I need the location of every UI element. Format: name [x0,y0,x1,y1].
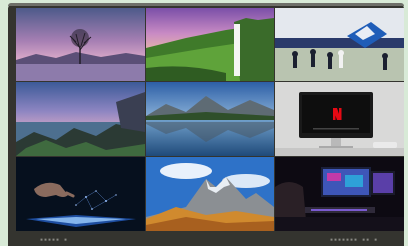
tile-rocky-coast-dusk[interactable] [16,82,145,156]
status-indicator-left: ▪▪▪▪▪ ▪ [40,237,69,243]
tile-mountain-lake[interactable] [146,82,274,156]
tile-gaming-setup[interactable] [275,157,404,231]
status-indicator-right: ▪▪▪▪▪▪▪ ▪▪ ▪ [330,237,379,243]
tile-mountain-peaks[interactable] [146,157,274,231]
tile-touch-tablet[interactable] [16,157,145,231]
bezel-highlight [8,3,404,6]
tile-waterfall-cliff[interactable] [146,8,274,81]
tile-lone-tree-lake[interactable] [16,8,145,81]
tile-monitor-netflix[interactable] [275,82,404,156]
tile-football-game[interactable] [275,8,404,81]
